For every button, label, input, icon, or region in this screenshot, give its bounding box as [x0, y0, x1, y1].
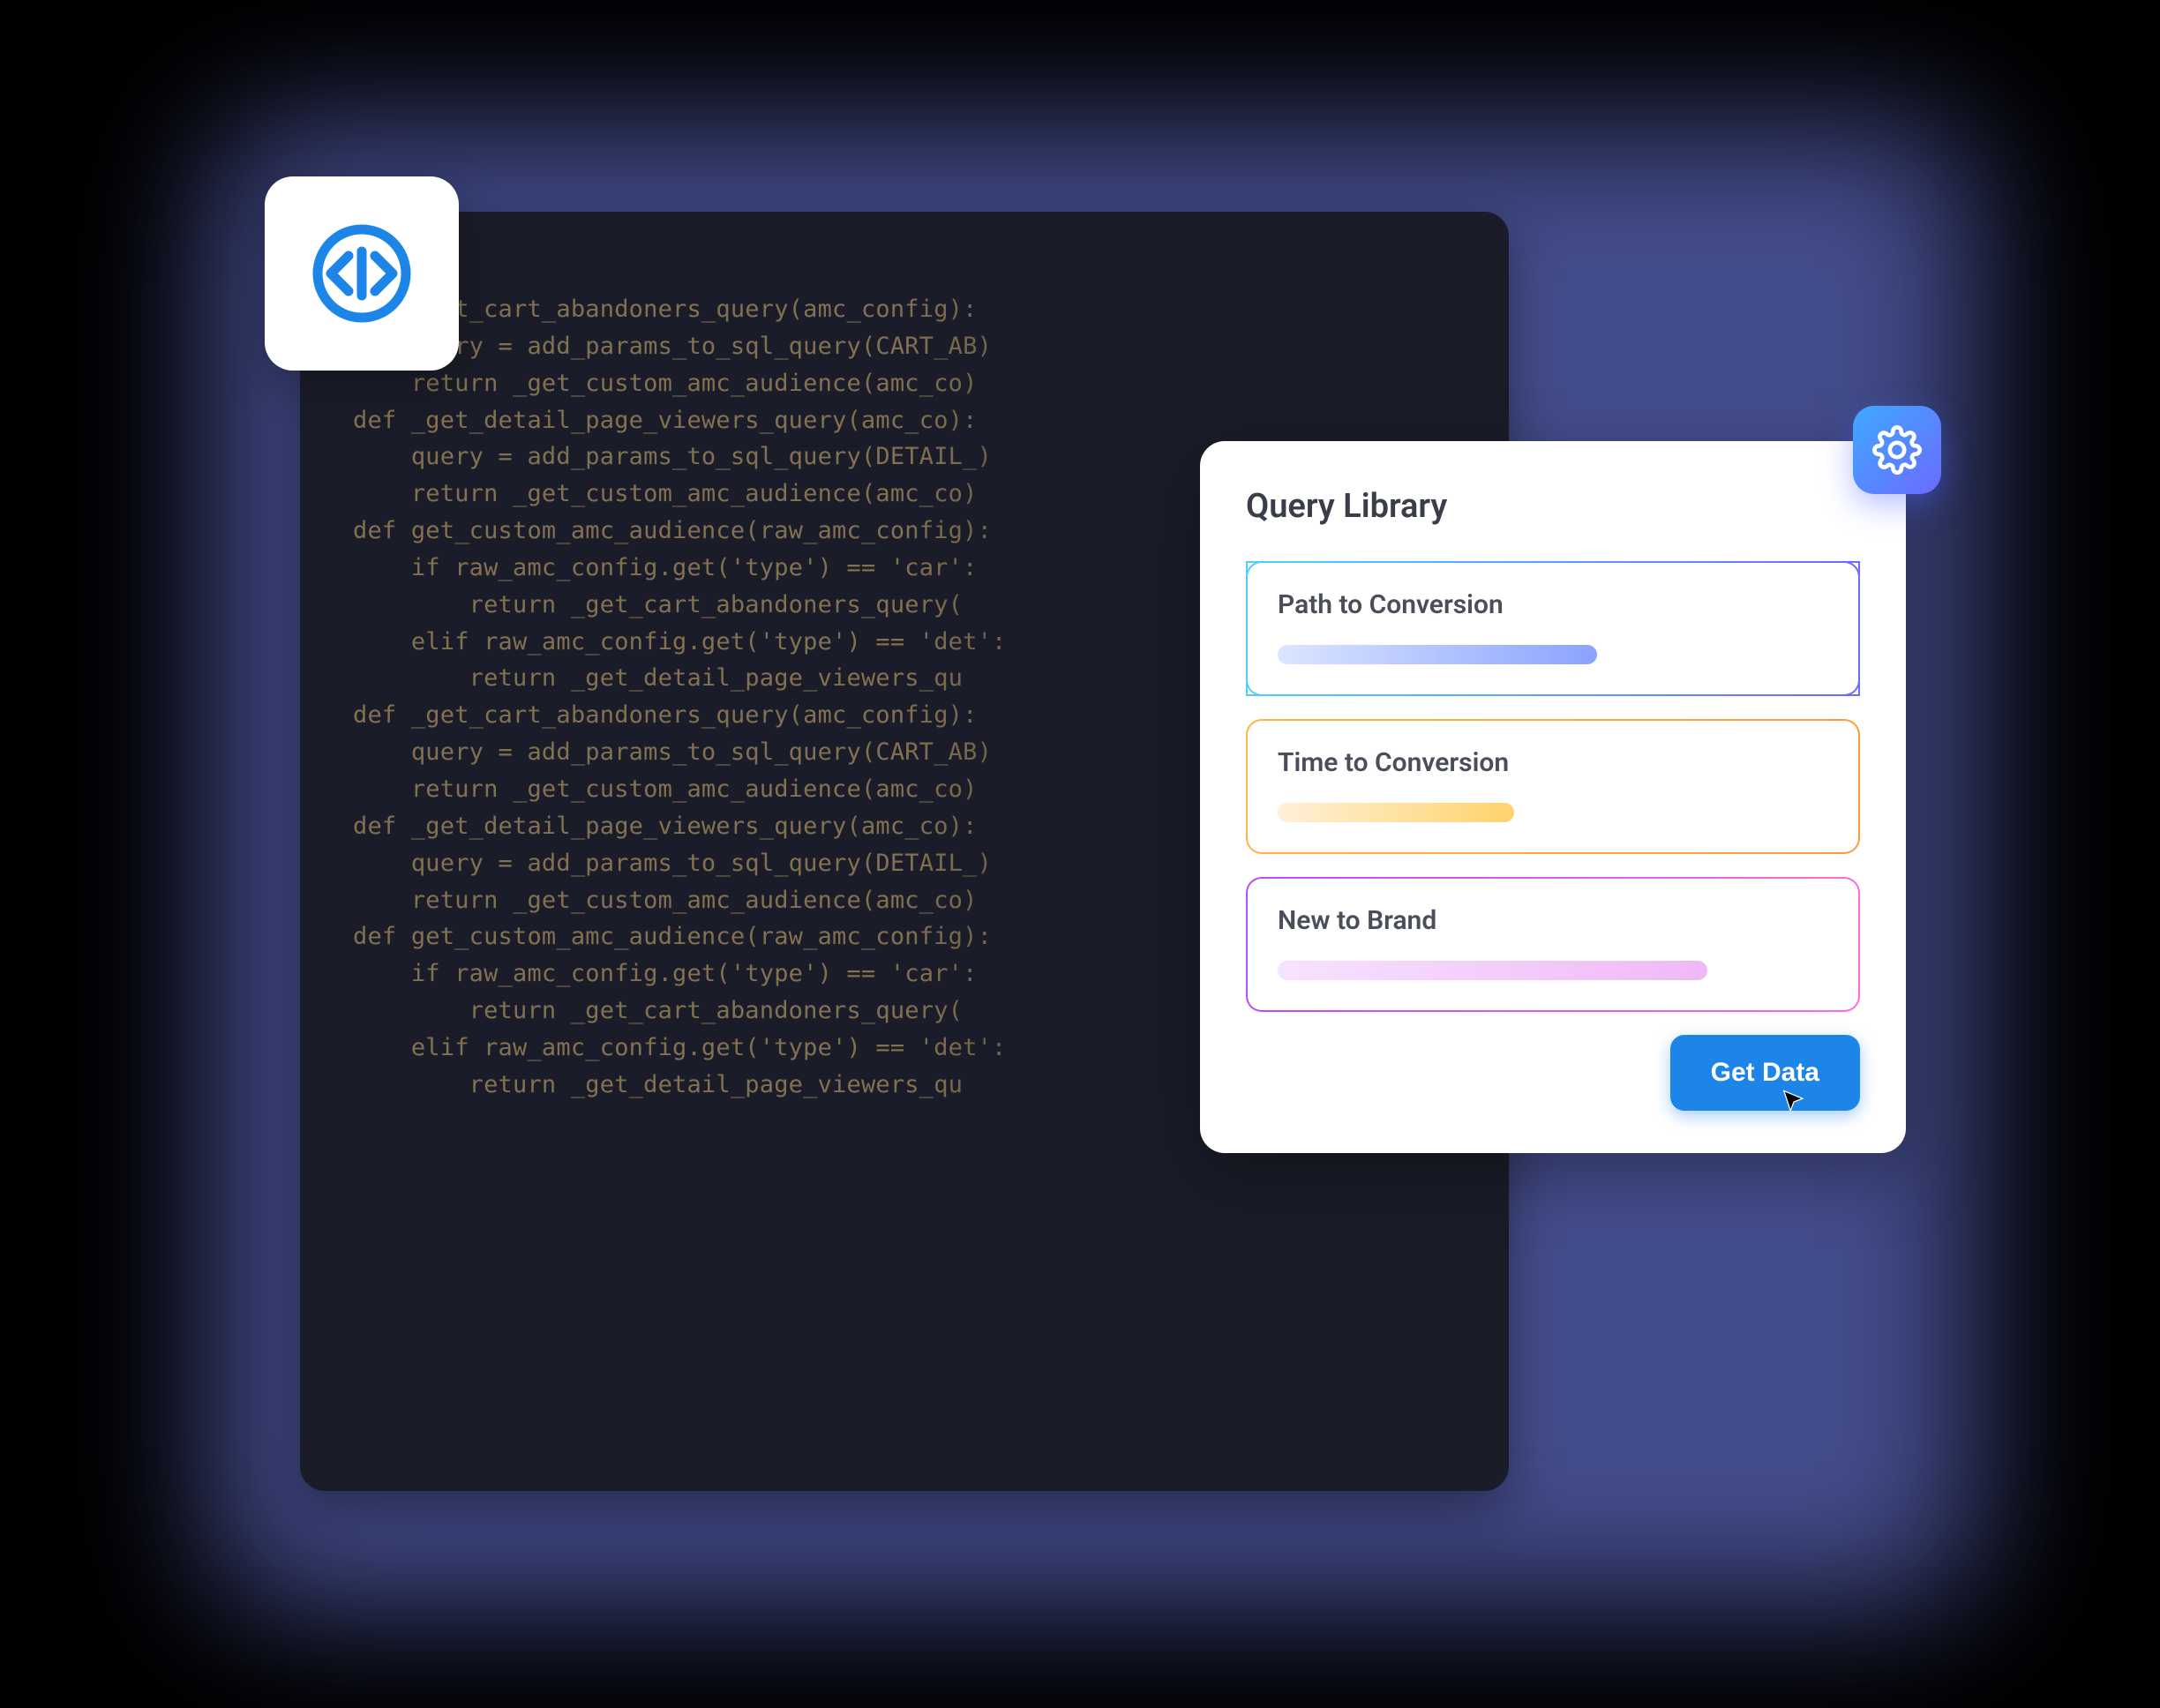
- query-item-label: Time to Conversion: [1278, 747, 1828, 778]
- query-header: Query Library: [1246, 487, 1860, 526]
- get-data-button[interactable]: Get Data: [1670, 1035, 1860, 1111]
- query-item-new-to-brand[interactable]: New to Brand: [1246, 877, 1860, 1012]
- query-item-path-to-conversion[interactable]: Path to Conversion: [1246, 561, 1860, 696]
- gear-icon: [1872, 425, 1922, 475]
- code-icon-badge: [265, 176, 459, 371]
- query-library-card: Query Library Path to Conversion Time to…: [1200, 441, 1906, 1153]
- progress-bar: [1278, 645, 1597, 664]
- stage: def _get_cart_abandoners_query(amc_confi…: [265, 176, 1924, 1553]
- settings-button[interactable]: [1853, 406, 1941, 494]
- query-item-label: Path to Conversion: [1278, 589, 1828, 620]
- progress-bar: [1278, 961, 1707, 980]
- code-line: query = add_params_to_sql_query(CART_AB): [353, 328, 1456, 365]
- query-library-title: Query Library: [1246, 487, 1447, 526]
- code-icon: [309, 221, 415, 326]
- code-line: return _get_custom_amc_audience(amc_co): [353, 365, 1456, 402]
- query-item-label: New to Brand: [1278, 905, 1828, 936]
- code-line: def _get_detail_page_viewers_query(amc_c…: [353, 402, 1456, 439]
- cursor-icon: [1781, 1086, 1807, 1118]
- query-item-time-to-conversion[interactable]: Time to Conversion: [1246, 719, 1860, 854]
- progress-bar: [1278, 803, 1514, 822]
- code-line: def _get_cart_abandoners_query(amc_confi…: [353, 291, 1456, 328]
